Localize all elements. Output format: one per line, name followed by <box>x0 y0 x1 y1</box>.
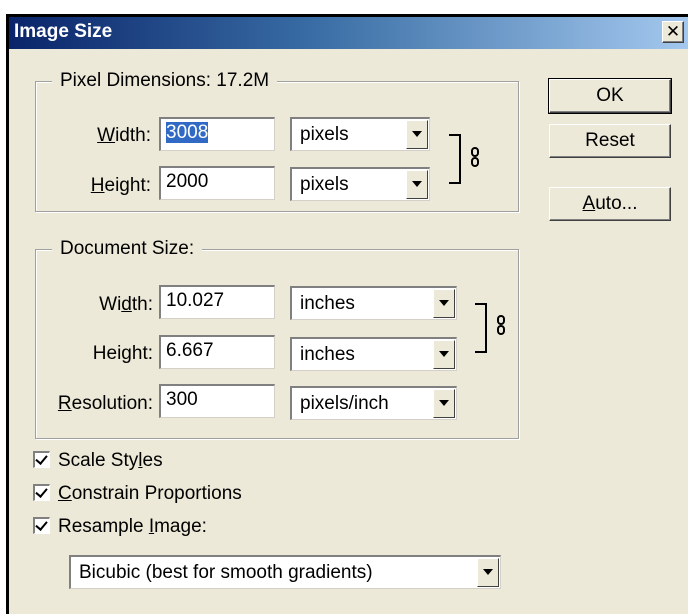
pixel-height-unit: pixels <box>300 174 349 195</box>
pixel-width-value: 3008 <box>166 122 209 143</box>
pixel-height-value: 2000 <box>166 171 209 192</box>
doc-width-value: 10.027 <box>166 290 225 311</box>
title-bar[interactable]: Image Size ✕ <box>9 17 688 49</box>
chain-link-icon <box>469 147 481 171</box>
resample-method-select[interactable]: Bicubic (best for smooth gradients) <box>69 555 501 589</box>
chevron-down-icon[interactable] <box>406 170 428 199</box>
pixel-height-input[interactable]: 2000 <box>159 166 275 200</box>
doc-link-bracket <box>475 303 487 353</box>
doc-width-unit: inches <box>300 293 355 314</box>
document-size-label: Document Size: <box>60 238 195 259</box>
doc-width-unit-select[interactable]: inches <box>290 286 457 320</box>
close-icon: ✕ <box>665 22 681 41</box>
resample-method-value: Bicubic (best for smooth gradients) <box>79 562 373 583</box>
resolution-input[interactable]: 300 <box>159 384 275 418</box>
pixel-dimensions-size: 17.2M <box>216 70 270 91</box>
pixel-dimensions-legend: Pixel Dimensions: 17.2M <box>52 70 278 92</box>
doc-width-input[interactable]: 10.027 <box>159 285 275 319</box>
chain-link-icon <box>495 315 507 339</box>
scale-styles-checkbox[interactable] <box>33 451 50 468</box>
pixel-height-label: Height: <box>90 175 151 196</box>
pixel-height-unit-select[interactable]: pixels <box>290 167 430 201</box>
doc-height-label: Height: <box>92 343 153 364</box>
constrain-proportions-label: Constrain Proportions <box>58 483 242 504</box>
doc-height-unit: inches <box>300 344 355 365</box>
doc-height-unit-select[interactable]: inches <box>290 337 457 371</box>
resolution-label: Resolution: <box>57 393 153 414</box>
document-size-legend: Document Size: <box>52 238 203 260</box>
scale-styles-label: Scale Styles <box>58 450 163 471</box>
resample-image-label: Resample Image: <box>58 516 207 537</box>
ok-button[interactable]: OK <box>548 78 672 114</box>
resolution-unit: pixels/inch <box>300 393 389 414</box>
doc-width-label: Width: <box>99 294 153 315</box>
pixel-width-input[interactable]: 3008 <box>159 117 275 151</box>
doc-height-input[interactable]: 6.667 <box>159 335 275 369</box>
chevron-down-icon[interactable] <box>477 558 499 587</box>
resolution-unit-select[interactable]: pixels/inch <box>290 386 457 420</box>
chevron-down-icon[interactable] <box>433 340 455 369</box>
scale-styles-option[interactable]: Scale Styles <box>33 450 163 472</box>
pixel-width-unit: pixels <box>300 124 349 145</box>
doc-height-value: 6.667 <box>166 340 214 361</box>
constrain-proportions-checkbox[interactable] <box>33 484 50 501</box>
pixel-dimensions-label: Pixel Dimensions: <box>60 70 211 91</box>
image-size-dialog: Image Size ✕ Pixel Dimensions: 17.2M Wid… <box>6 14 688 614</box>
pixel-width-unit-select[interactable]: pixels <box>290 117 430 151</box>
resample-image-option[interactable]: Resample Image: <box>33 516 207 538</box>
auto-button[interactable]: Auto... <box>549 187 671 221</box>
chevron-down-icon[interactable] <box>406 120 428 149</box>
resolution-value: 300 <box>166 389 198 410</box>
chevron-down-icon[interactable] <box>433 289 455 318</box>
reset-button[interactable]: Reset <box>549 124 671 158</box>
close-button[interactable]: ✕ <box>662 21 684 43</box>
pixel-width-label: Width: <box>97 125 151 146</box>
resample-image-checkbox[interactable] <box>33 517 50 534</box>
chevron-down-icon[interactable] <box>433 389 455 418</box>
pixel-link-bracket <box>449 134 461 184</box>
dialog-title: Image Size <box>14 21 113 42</box>
constrain-proportions-option[interactable]: Constrain Proportions <box>33 483 242 505</box>
